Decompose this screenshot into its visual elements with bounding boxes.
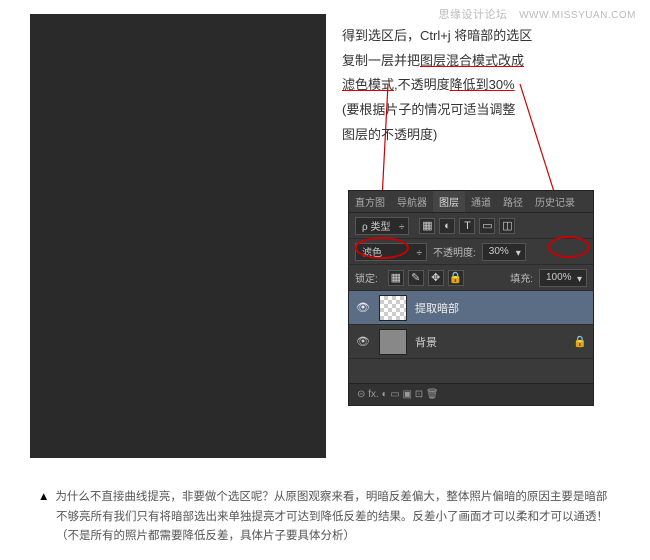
lock-row: 锁定: ▦ ✎ ✥ 🔒 填充: 100% ▾	[349, 265, 593, 291]
visibility-eye-icon[interactable]: 👁	[355, 300, 371, 316]
layer-row[interactable]: 👁 背景 🔒	[349, 325, 593, 359]
filter-adjust-icon[interactable]: ◐	[439, 218, 455, 234]
opacity-input[interactable]: 30% ▾	[482, 243, 526, 261]
lock-icons: ▦ ✎ ✥ 🔒	[388, 270, 464, 286]
chevron-down-icon: ▾	[577, 274, 582, 285]
watermark: 思缘设计论坛 WWW.MISSYUAN.COM	[439, 6, 636, 22]
chevron-down-icon: ▾	[516, 248, 521, 259]
watermark-text1: 思缘设计论坛	[439, 9, 508, 21]
tab-navigator[interactable]: 导航器	[391, 191, 433, 212]
chevron-down-icon: ÷	[417, 248, 423, 259]
lock-icon: 🔒	[573, 335, 587, 348]
filter-pixel-icon[interactable]: ▦	[419, 218, 435, 234]
layer-thumbnail[interactable]	[379, 295, 407, 321]
bottom-caption: ▲为什么不直接曲线提亮，非要做个选区呢？从原图观察来看，明暗反差偏大，整体照片偏…	[38, 488, 618, 547]
caption-line3: （不是所有的照片都需要降低反差，具体片子要具体分析）	[38, 527, 618, 547]
tab-paths[interactable]: 路径	[497, 191, 529, 212]
layers-panel: 直方图 导航器 图层 通道 路径 历史记录 ρ 类型 ÷ ▦ ◐ T ▭ ◫ 滤…	[348, 190, 594, 406]
filter-type-icon[interactable]: T	[459, 218, 475, 234]
panel-tabs: 直方图 导航器 图层 通道 路径 历史记录	[349, 191, 593, 213]
panel-footer: ⊝ fx. ◐ ▭ ▣ ⊡ 🗑	[349, 383, 593, 405]
fill-input[interactable]: 100% ▾	[539, 269, 587, 287]
lock-paint-icon[interactable]: ✎	[408, 270, 424, 286]
callout-circle-blend	[355, 237, 409, 259]
tab-layers[interactable]: 图层	[433, 191, 465, 212]
layer-thumbnail[interactable]	[379, 329, 407, 355]
callout-circle-opacity	[548, 236, 590, 258]
filter-smart-icon[interactable]: ◫	[499, 218, 515, 234]
layer-row-selected[interactable]: 👁 提取暗部	[349, 291, 593, 325]
lock-all-icon[interactable]: 🔒	[448, 270, 464, 286]
filter-row: ρ 类型 ÷ ▦ ◐ T ▭ ◫	[349, 213, 593, 239]
fill-label: 填充:	[510, 270, 533, 285]
footer-icons[interactable]: ⊝ fx. ◐ ▭ ▣ ⊡ 🗑	[357, 389, 439, 400]
filter-icons: ▦ ◐ T ▭ ◫	[419, 218, 515, 234]
layer-name: 背景	[415, 334, 437, 350]
visibility-eye-icon[interactable]: 👁	[355, 334, 371, 350]
caption-line2: 不够亮所有我们只有将暗部选出来单独提亮才可达到降低反差的结果。反差小了画面才可以…	[38, 508, 618, 528]
instruction-text: 得到选区后，Ctrl+j 将暗部的选区 复制一层并把图层混合模式改成 滤色模式,…	[342, 24, 632, 147]
instr-line5: 图层的不透明度)	[342, 123, 632, 148]
tab-channels[interactable]: 通道	[465, 191, 497, 212]
tab-history[interactable]: 历史记录	[529, 191, 581, 212]
instr-line2: 复制一层并把图层混合模式改成	[342, 49, 632, 74]
caption-line1: ▲为什么不直接曲线提亮，非要做个选区呢？从原图观察来看，明暗反差偏大，整体照片偏…	[38, 488, 618, 508]
tab-histogram[interactable]: 直方图	[349, 191, 391, 212]
instr-line1: 得到选区后，Ctrl+j 将暗部的选区	[342, 24, 632, 49]
layer-name: 提取暗部	[415, 300, 459, 316]
lock-label: 锁定:	[355, 270, 378, 285]
lock-trans-icon[interactable]: ▦	[388, 270, 404, 286]
watermark-text2: WWW.MISSYUAN.COM	[519, 10, 636, 21]
lock-move-icon[interactable]: ✥	[428, 270, 444, 286]
chevron-down-icon: ÷	[399, 222, 405, 233]
instr-line4: (要根据片子的情况可适当调整	[342, 98, 632, 123]
triangle-bullet-icon: ▲	[38, 491, 49, 503]
filter-shape-icon[interactable]: ▭	[479, 218, 495, 234]
layer-kind-dropdown[interactable]: ρ 类型 ÷	[355, 217, 409, 235]
opacity-label: 不透明度:	[433, 244, 476, 259]
photoshop-canvas[interactable]	[30, 14, 326, 458]
instr-line3: 滤色模式,不透明度降低到30%	[342, 73, 632, 98]
